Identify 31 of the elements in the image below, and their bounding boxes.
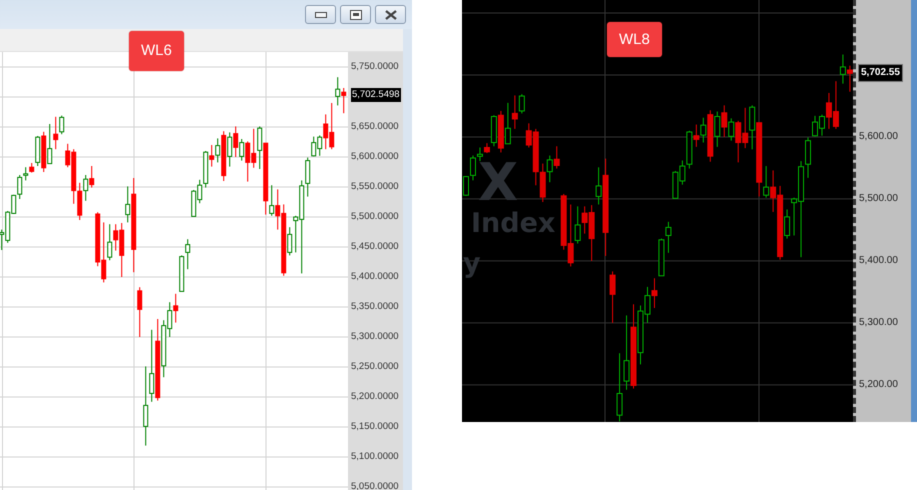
price-tick-label: 5,100.0000	[351, 450, 399, 464]
price-tick-label: 5,200.0000	[351, 390, 399, 404]
close-button[interactable]	[375, 5, 406, 24]
restore-button[interactable]	[340, 5, 371, 24]
current-price-label: 5,702.55	[858, 64, 903, 82]
price-tick-label: 5,400.0000	[351, 270, 399, 284]
price-tick-label: 5,350.0000	[351, 300, 399, 314]
candle	[137, 286, 142, 338]
restore-icon	[350, 10, 362, 20]
minimize-icon	[314, 12, 326, 18]
price-tick-label: 5,400.00	[859, 254, 898, 268]
price-tick-label: 5,600.00	[859, 130, 898, 144]
price-tick-label: 5,300.00	[859, 316, 898, 330]
watchlist-tag: WL6	[129, 31, 184, 71]
price-tick-label: 5,300.0000	[351, 330, 399, 344]
price-tick-label: 5,250.0000	[351, 360, 399, 374]
watchlist-tag: WL8	[607, 22, 662, 57]
price-tick-label: 5,650.0000	[351, 120, 399, 134]
price-tick-label: 5,500.0000	[351, 210, 399, 224]
price-tick-label: 5,600.0000	[351, 150, 399, 164]
close-icon	[384, 10, 396, 20]
price-tick-label: 5,150.0000	[351, 420, 399, 434]
price-tick-label: 5,050.0000	[351, 480, 399, 490]
price-tick-label: 5,550.0000	[351, 180, 399, 194]
price-tick-label: 5,200.00	[859, 378, 898, 392]
current-price-label: 5,702.5498	[351, 88, 401, 102]
price-tick-label: 5,500.00	[859, 192, 898, 206]
candle	[610, 270, 616, 324]
price-tick-label: 5,750.0000	[351, 60, 399, 74]
price-tick-label: 5,450.0000	[351, 240, 399, 254]
minimize-button[interactable]	[305, 5, 336, 24]
